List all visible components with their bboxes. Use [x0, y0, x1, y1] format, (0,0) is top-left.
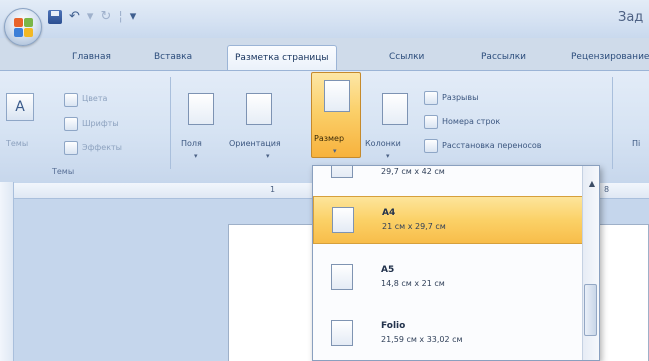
breaks-label[interactable]: Разрывы [442, 93, 478, 102]
size-button[interactable]: Размер ▾ [311, 72, 361, 158]
page-size-icon [331, 320, 353, 346]
save-icon[interactable] [48, 10, 62, 24]
size-option-dims: 21 см x 29,7 см [382, 222, 446, 231]
office-logo-icon [14, 18, 34, 38]
size-icon [324, 80, 350, 112]
group-separator [170, 77, 171, 169]
effects-icon[interactable] [64, 141, 78, 155]
page-size-dropdown: 29,7 см x 42 см A4 21 см x 29,7 см A5 14… [312, 165, 600, 361]
ruler-number: 8 [604, 185, 610, 194]
size-option-name: A4 [382, 208, 396, 218]
size-option-a5[interactable]: A5 14,8 см x 21 см [313, 254, 583, 302]
orientation-label[interactable]: Ориентация [229, 139, 281, 148]
margins-icon[interactable] [188, 93, 214, 125]
columns-label[interactable]: Колонки [365, 139, 401, 148]
window-title: Зад [618, 10, 644, 25]
size-option-dims: 21,59 см x 33,02 см [381, 335, 463, 344]
tab-insert[interactable]: Вставка [154, 52, 192, 62]
size-option-name: A5 [381, 265, 395, 275]
tab-home[interactable]: Главная [72, 52, 111, 62]
hyphenation-icon[interactable] [424, 139, 438, 153]
ruler-number: 1 [270, 185, 276, 194]
size-option-dims: 29,7 см x 42 см [381, 167, 445, 176]
colors-label[interactable]: Цвета [82, 94, 107, 103]
dropdown-scrollbar[interactable]: ▲ [582, 166, 599, 360]
themes-button-label: Темы [6, 139, 29, 148]
tab-mailings[interactable]: Рассылки [481, 52, 526, 62]
scroll-up-icon[interactable]: ▲ [589, 179, 595, 188]
page-size-icon [332, 207, 354, 233]
themes-icon[interactable]: A [6, 93, 34, 121]
hyphenation-label[interactable]: Расстановка переносов [442, 141, 542, 150]
office-button[interactable] [4, 8, 42, 46]
ribbon-tabs: Главная Вставка Разметка страницы Ссылки… [0, 40, 649, 71]
size-option-a4[interactable]: A4 21 см x 29,7 см [313, 196, 583, 244]
size-option-a3[interactable]: 29,7 см x 42 см [313, 166, 583, 190]
tab-review[interactable]: Рецензирование [571, 52, 649, 62]
fonts-icon[interactable] [64, 117, 78, 131]
group-separator [612, 77, 613, 169]
size-option-dims: 14,8 см x 21 см [381, 279, 445, 288]
page-size-icon [331, 166, 353, 178]
scroll-thumb[interactable] [584, 284, 597, 336]
columns-arrow-icon: ▾ [386, 152, 390, 160]
line-numbers-icon[interactable] [424, 115, 438, 129]
tab-references[interactable]: Ссылки [389, 52, 424, 62]
fonts-label[interactable]: Шрифты [82, 119, 119, 128]
redo-icon[interactable]: ↻ [100, 10, 111, 24]
next-group-label[interactable]: Пі [632, 139, 640, 148]
size-arrow-icon: ▾ [333, 147, 337, 155]
undo-dropdown-icon[interactable]: ▾ [87, 10, 94, 24]
size-label: Размер [314, 134, 345, 143]
customize-icon[interactable]: ▾ [130, 10, 137, 24]
breaks-icon[interactable] [424, 91, 438, 105]
size-option-folio[interactable]: Folio 21,59 см x 33,02 см [313, 310, 583, 358]
size-option-name: Folio [381, 321, 406, 331]
orientation-icon[interactable] [246, 93, 272, 125]
separator-icon: ¦ [118, 9, 123, 24]
themes-group-caption: Темы [52, 167, 75, 176]
line-numbers-label[interactable]: Номера строк [442, 117, 500, 126]
colors-icon[interactable] [64, 93, 78, 107]
tab-page-layout[interactable]: Разметка страницы [227, 45, 337, 71]
page-size-icon [331, 264, 353, 290]
margins-arrow-icon: ▾ [194, 152, 198, 160]
title-bar: ↶ ▾ ↻ ¦ ▾ Зад [0, 0, 649, 46]
columns-icon[interactable] [382, 93, 408, 125]
orientation-arrow-icon: ▾ [266, 152, 270, 160]
quick-access-toolbar: ↶ ▾ ↻ ¦ ▾ [48, 6, 136, 28]
effects-label[interactable]: Эффекты [82, 143, 122, 152]
vertical-ruler[interactable] [0, 182, 14, 361]
undo-icon[interactable]: ↶ [69, 10, 80, 24]
margins-label[interactable]: Поля [181, 139, 202, 148]
